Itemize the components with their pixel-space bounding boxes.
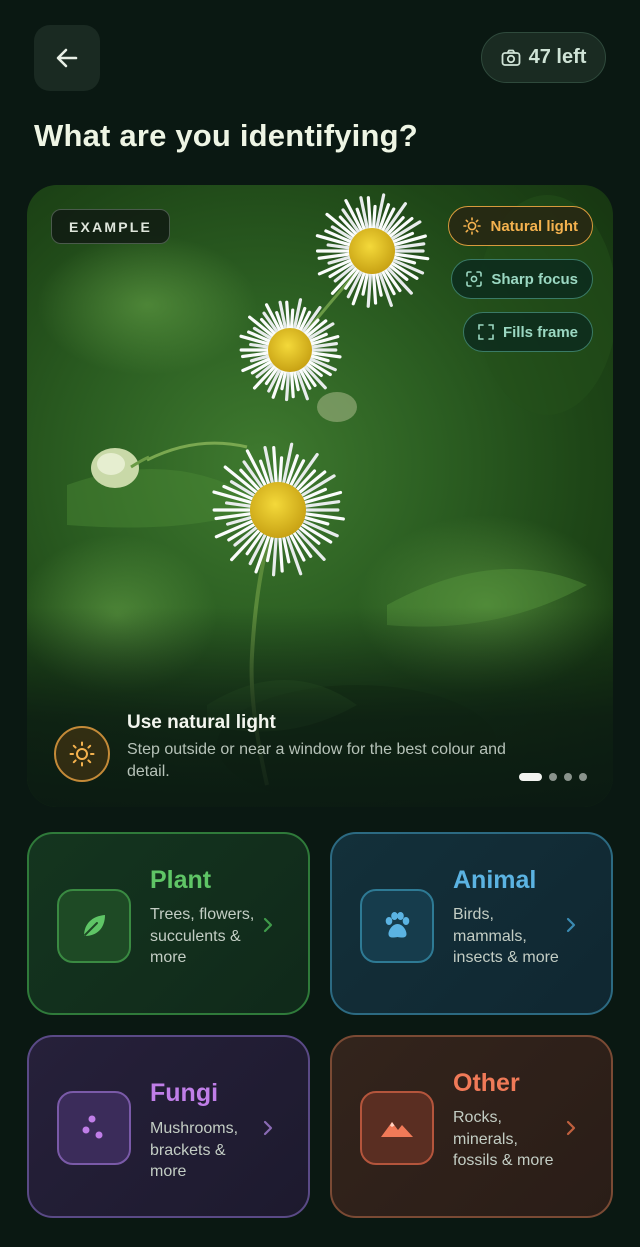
category-name: Plant: [150, 866, 212, 894]
scans-left-counter[interactable]: 47 left: [481, 32, 606, 83]
tip-title: Use natural light: [127, 712, 276, 733]
back-button[interactable]: [34, 25, 100, 91]
chip-sharp-focus[interactable]: Sharp focus: [451, 259, 593, 299]
carousel-dot[interactable]: [564, 773, 572, 781]
daisy-flower: [212, 442, 345, 577]
carousel-dot[interactable]: [579, 773, 587, 781]
daisy-flower: [315, 193, 430, 308]
category-name: Fungi: [150, 1079, 219, 1107]
chevron-right-icon: [263, 1120, 273, 1136]
chip-label: Natural light: [490, 217, 578, 235]
tip-sun-badge: [54, 726, 110, 782]
arrow-left-icon: [56, 48, 78, 68]
category-card-other[interactable]: Other Rocks, minerals, fossils & more: [330, 1035, 613, 1218]
chip-natural-light[interactable]: Natural light: [448, 206, 593, 246]
sun-icon: [463, 217, 482, 235]
chevron-right-icon: [566, 917, 576, 933]
carousel-dot-active[interactable]: [519, 773, 542, 781]
example-photo-card[interactable]: EXAMPLE Natural light Sharp focus Fills …: [27, 185, 613, 807]
chip-label: Sharp focus: [491, 270, 578, 288]
spores-icon: [82, 1115, 103, 1139]
fungi-icon-box: [57, 1091, 131, 1165]
category-card-animal[interactable]: Animal Birds, mammals, insects & more: [330, 832, 613, 1015]
chevron-right-icon: [263, 917, 273, 933]
category-name: Other: [453, 1069, 520, 1097]
chip-label: Fills frame: [502, 323, 578, 341]
focus-icon: [466, 271, 483, 287]
category-description: Mushrooms, brackets & more: [150, 1120, 239, 1180]
category-description: Rocks, minerals, fossils & more: [453, 1109, 554, 1169]
category-card-fungi[interactable]: Fungi Mushrooms, brackets & more: [27, 1035, 310, 1218]
example-badge: EXAMPLE: [51, 209, 171, 244]
category-description: Trees, flowers, succulents & more: [150, 906, 255, 966]
category-card-plant[interactable]: Plant Trees, flowers, succulents & more: [27, 832, 310, 1015]
counter-label: 47 left: [528, 46, 587, 68]
page-title: What are you identifying?: [34, 118, 418, 153]
animal-icon-box: [360, 889, 434, 963]
carousel-pagination[interactable]: [519, 773, 587, 781]
sun-icon: [69, 741, 95, 767]
tip-description: Step outside or near a window for the be…: [127, 741, 506, 780]
paw-icon: [385, 912, 410, 938]
chevron-right-icon: [566, 1120, 576, 1136]
leaf-icon: [84, 915, 105, 936]
chip-fills-frame[interactable]: Fills frame: [462, 312, 593, 352]
carousel-dot[interactable]: [549, 773, 557, 781]
category-description: Birds, mammals, insects & more: [453, 906, 559, 966]
other-icon-box: [360, 1091, 434, 1165]
mountain-icon: [381, 1122, 413, 1137]
category-name: Animal: [453, 866, 537, 894]
frame-icon: [478, 324, 494, 340]
plant-icon-box: [57, 889, 131, 963]
camera-icon: [501, 49, 520, 66]
